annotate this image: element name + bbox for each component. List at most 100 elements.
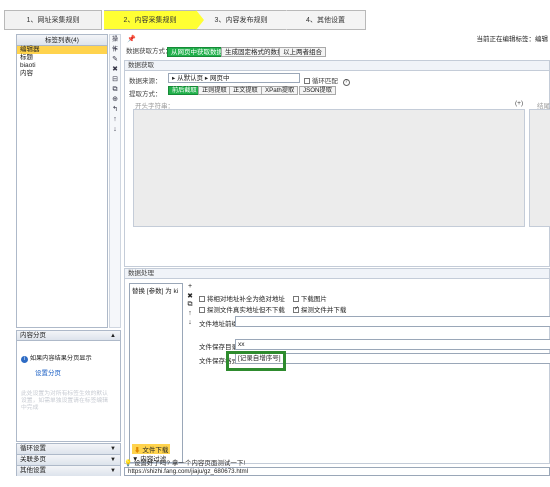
- data-fetch-header: 数据获取: [125, 61, 549, 71]
- loop-match-label: 循环匹配: [311, 78, 338, 85]
- help-icon[interactable]: ?: [342, 79, 350, 86]
- editor-top-row: 📌 当前正在编辑标签：编辑: [122, 34, 550, 45]
- add-icon[interactable]: +: [185, 283, 195, 292]
- loop-match-checkbox[interactable]: [304, 78, 310, 85]
- multipage-section: 关联多页 ▼: [16, 454, 121, 465]
- extract-label: 提取方式：: [129, 91, 162, 98]
- test-hint-row: 💡 设置好了吗? 拿一个内容页面测试一下!: [124, 457, 245, 467]
- label-item-editor[interactable]: 编辑器: [17, 46, 107, 54]
- label-item-biaoti[interactable]: biaoti: [17, 62, 107, 70]
- label-tool-column: 操作 + ✎ ✖ ⊟ ⧉ ⊕ ↰ ↑ ↓: [109, 34, 121, 328]
- opt-detect-no-download[interactable]: 探测文件真实地址但不下载: [199, 304, 285, 314]
- editor-area: 📌 当前正在编辑标签：编辑 数据获取方式： 从网页中获取数据 生成固定格式的数据…: [122, 34, 550, 479]
- opt-label: 下载图片: [300, 296, 327, 303]
- loop-title: 循环设置: [20, 445, 46, 452]
- edit-icon[interactable]: ✎: [110, 55, 120, 65]
- opt-detect-and-download[interactable]: 探测文件并下载: [293, 304, 346, 314]
- file-prefix-input[interactable]: [235, 316, 550, 327]
- opt-label: 探测文件真实地址但不下载: [206, 307, 285, 314]
- source-path-field[interactable]: ▸ 从默认页 ▸ 网页中: [168, 73, 300, 83]
- extract-xpath-button[interactable]: XPath提取: [261, 86, 299, 95]
- source-label: 数据来源：: [129, 78, 162, 85]
- opt-label: 探测文件并下载: [300, 307, 347, 314]
- highlight-box: [226, 351, 286, 371]
- opt-download-images[interactable]: 下载图片: [293, 293, 327, 303]
- paging-section: 内容分页 ▲ i 如果内容结果分页显示 设置分页 此处设置为对所有标签生效的默认设…: [16, 330, 121, 442]
- multipage-title: 关联多页: [20, 456, 46, 463]
- mode-bar: 数据获取方式： 从网页中获取数据 生成固定格式的数据 以上两者组合: [122, 46, 550, 58]
- ops-label: 操作: [111, 37, 118, 53]
- extract-before-after-button[interactable]: 前后截取: [168, 86, 201, 95]
- data-fetch-box: 数据获取 数据来源： ▸ 从默认页 ▸ 网页中 循环匹配 ? 提取方式： 前后截…: [124, 60, 550, 267]
- checkbox[interactable]: [293, 296, 299, 303]
- step-arrow: [196, 10, 204, 30]
- current-label-text: 当前正在编辑标签：编辑: [476, 36, 549, 43]
- mode-fixed-format-button[interactable]: 生成固定格式的数据: [221, 47, 288, 57]
- label-item-content[interactable]: 内容: [17, 70, 107, 78]
- mode-from-page-button[interactable]: 从网页中获取数据: [167, 47, 227, 57]
- paging-hint-row: i 如果内容结果分页显示: [21, 353, 92, 363]
- paging-title: 内容分页: [20, 332, 46, 339]
- label-list-header: 标签列表(4): [17, 35, 107, 46]
- bulb-icon: 💡: [124, 460, 133, 467]
- opt-relative-to-absolute[interactable]: 将相对地址补全为绝对地址: [199, 293, 285, 303]
- label-list-panel: 标签列表(4) 编辑器 标题 biaoti 内容: [16, 34, 108, 328]
- undo-icon[interactable]: ↰: [110, 105, 120, 115]
- chevron-up-icon: ▲: [110, 333, 116, 339]
- end-string-textarea[interactable]: [529, 109, 550, 227]
- chevron-down-icon: ▼: [110, 468, 116, 474]
- mode-label: 数据获取方式：: [126, 48, 172, 55]
- start-plus-button[interactable]: (+): [515, 100, 523, 107]
- data-processing-header: 数据处理: [125, 269, 549, 279]
- collapse-icon[interactable]: ⊟: [110, 75, 120, 85]
- insert-icon[interactable]: ⊕: [110, 95, 120, 105]
- loop-header[interactable]: 循环设置 ▼: [17, 444, 120, 454]
- start-string-textarea[interactable]: [133, 109, 525, 227]
- checkbox[interactable]: [199, 307, 205, 314]
- test-hint-text: 设置好了吗? 拿一个内容页面测试一下!: [133, 460, 246, 467]
- move-down-icon[interactable]: ↓: [110, 125, 120, 135]
- multipage-header[interactable]: 关联多页 ▼: [17, 455, 120, 465]
- checkbox[interactable]: [199, 296, 205, 303]
- extract-body-button[interactable]: 正文提取: [229, 86, 262, 95]
- save-dir-input[interactable]: xx: [235, 339, 550, 350]
- step-arrow: [286, 10, 294, 30]
- extract-regex-button[interactable]: 正则提取: [198, 86, 231, 95]
- move-up-icon[interactable]: ↑: [110, 115, 120, 125]
- other-section: 其他设置 ▼: [16, 465, 121, 476]
- chevron-down-icon: ▼: [110, 457, 116, 463]
- move-down-icon[interactable]: ↓: [185, 319, 195, 328]
- paging-hint: 如果内容结果分页显示: [29, 355, 92, 362]
- step-publish-rules[interactable]: 3、内容发布规则: [196, 10, 294, 30]
- data-processing-box: 数据处理 替换 [参数] 为 ki ⬇ 文件下载 ▼ 内容过滤 + ✖ ⧉ ↑ …: [124, 268, 550, 464]
- copy-icon[interactable]: ⧉: [185, 301, 195, 310]
- move-up-icon[interactable]: ↑: [185, 310, 195, 319]
- other-title: 其他设置: [20, 467, 46, 474]
- step-other-settings[interactable]: 4、其他设置: [286, 10, 366, 30]
- save-dir-label: 文件保存目录: [199, 344, 238, 351]
- default-setting-note: 此处设置为对所有标签生效的默认设置，如需单独设置请在标签编辑中完成: [21, 391, 108, 411]
- extract-json-button[interactable]: JSON提取: [299, 86, 336, 95]
- step-url-rules[interactable]: 1、网址采集规则: [4, 10, 102, 30]
- pin-icon[interactable]: 📌: [127, 34, 136, 45]
- step-label: 2、内容采集规则: [123, 17, 177, 24]
- step-label: 4、其他设置: [306, 17, 345, 24]
- copy-icon[interactable]: ⧉: [110, 85, 120, 95]
- paging-header[interactable]: 内容分页 ▲: [17, 331, 120, 341]
- wizard-steps: 1、网址采集规则 2、内容采集规则 3、内容发布规则 4、其他设置: [4, 10, 545, 30]
- step-label: 1、网址采集规则: [26, 17, 80, 24]
- step-label: 3、内容发布规则: [214, 17, 268, 24]
- step-content-rules[interactable]: 2、内容采集规则: [104, 10, 204, 30]
- loop-section: 循环设置 ▼: [16, 443, 121, 454]
- file-prefix-label: 文件地址前缀: [199, 321, 238, 328]
- mode-combined-button[interactable]: 以上两者组合: [279, 47, 326, 57]
- test-url-input[interactable]: https://shizhi.fang.com/jiaju/gz_680673.…: [124, 467, 550, 476]
- delete-icon[interactable]: ✖: [110, 65, 120, 75]
- label-item-title[interactable]: 标题: [17, 54, 107, 62]
- checkbox[interactable]: [293, 305, 299, 314]
- setup-paging-link[interactable]: 设置分页: [35, 367, 61, 377]
- processing-item-replace[interactable]: 替换 [参数] 为 ki: [132, 285, 178, 295]
- delete-icon[interactable]: ✖: [185, 292, 195, 301]
- extract-button-group: 前后截取 正则提取 正文提取 XPath提取 JSON提取: [168, 86, 428, 96]
- other-header[interactable]: 其他设置 ▼: [17, 466, 120, 476]
